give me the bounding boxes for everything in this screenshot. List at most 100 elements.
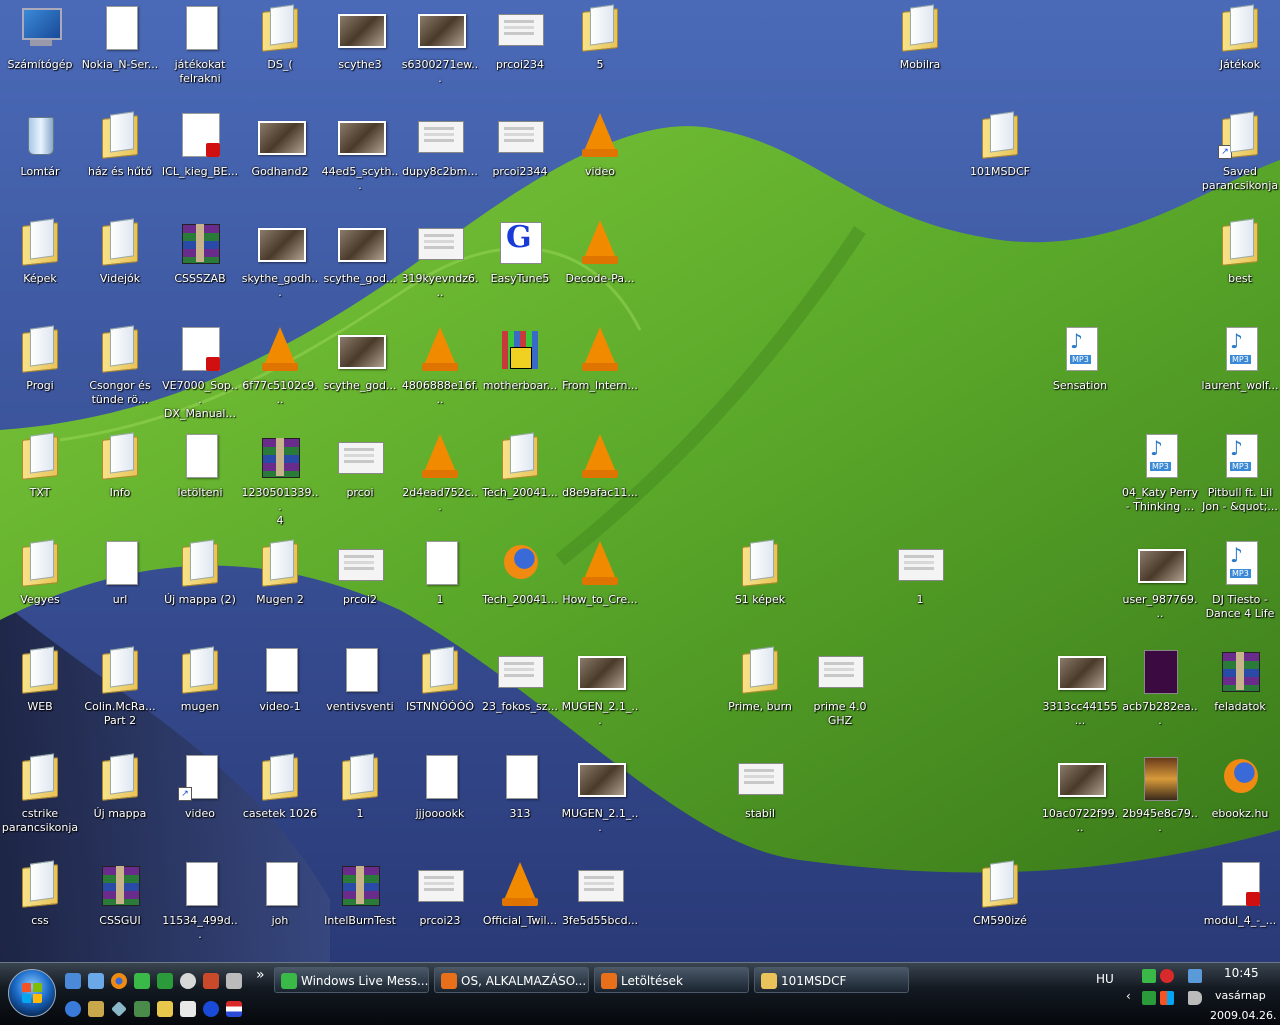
desktop-icon[interactable]: 6f77c5102c9... xyxy=(240,321,320,421)
flag-icon[interactable] xyxy=(226,1001,242,1017)
desktop-icon[interactable]: prcoi23 xyxy=(400,856,480,956)
desktop-icon[interactable]: MUGEN_2.1_... xyxy=(560,749,640,849)
desktop-icon[interactable]: s6300271ew... xyxy=(400,0,480,100)
desktop-icon[interactable]: mugen xyxy=(160,642,240,742)
desktop-icon[interactable]: Tech_20041... xyxy=(480,428,560,528)
desktop-icon[interactable]: Nokia_N-Ser... xyxy=(80,0,160,100)
desktop-icon[interactable]: Prime, burn xyxy=(720,642,800,742)
clock-date[interactable]: 2009.04.26. xyxy=(1210,1009,1276,1022)
terminal-icon[interactable] xyxy=(134,1001,150,1017)
globe-icon[interactable] xyxy=(65,1001,81,1017)
desktop-icon[interactable]: ↗ video xyxy=(160,749,240,849)
desktop-icon[interactable]: letölteni xyxy=(160,428,240,528)
desktop-icon[interactable]: scythe_god... xyxy=(320,321,400,421)
desktop-icon[interactable]: 101MSDCF xyxy=(960,107,1040,207)
pencil-icon[interactable] xyxy=(157,1001,173,1017)
desktop-icon[interactable]: scythe_god... xyxy=(320,214,400,314)
desktop-icon[interactable]: S1 képek xyxy=(720,535,800,635)
desktop-icon[interactable]: video xyxy=(560,107,640,207)
desktop-icon[interactable]: url xyxy=(80,535,160,635)
desktop-icon[interactable]: Decode-Pa... xyxy=(560,214,640,314)
desktop-icon[interactable]: video-1 xyxy=(240,642,320,742)
desktop-icon[interactable]: ♪ MP3 DJ Tiesto - Dance 4 Life xyxy=(1200,535,1280,635)
desktop-icon[interactable]: prime 4.0 GHZ xyxy=(800,642,880,742)
desktop-icon[interactable]: Tech_20041... xyxy=(480,535,560,635)
desktop-icon[interactable]: Képek xyxy=(0,214,80,314)
desktop-icon[interactable]: 23_fokos_sz... xyxy=(480,642,560,742)
windows-tray-icon[interactable] xyxy=(1160,991,1174,1005)
error-tray-icon[interactable] xyxy=(1160,969,1174,983)
desktop-icon[interactable]: CM590izé xyxy=(960,856,1040,956)
desktop-icon[interactable]: 4806888e16f... xyxy=(400,321,480,421)
desktop-icon[interactable]: ♪ MP3 Sensation xyxy=(1040,321,1120,421)
desktop-icon[interactable]: stabil xyxy=(720,749,800,849)
desktop-icon[interactable]: Játékok xyxy=(1200,0,1280,100)
taskbar-button[interactable]: 101MSDCF xyxy=(754,967,909,993)
desktop-icon[interactable]: ♪ MP3 Pitbull ft. Lil Jon - &quot;... xyxy=(1200,428,1280,528)
messenger-tray-icon[interactable] xyxy=(1142,969,1156,983)
desktop-icon[interactable]: Colin.McRa... Part 2 xyxy=(80,642,160,742)
desktop-icon[interactable]: 2d4ead752c... xyxy=(400,428,480,528)
desktop-icon[interactable]: casetek 1026 xyxy=(240,749,320,849)
desktop-icon[interactable]: Lomtár xyxy=(0,107,80,207)
desktop-icon[interactable]: ventivsventi xyxy=(320,642,400,742)
desktop-icon[interactable]: Új mappa (2) xyxy=(160,535,240,635)
desktop-icon[interactable]: 3313cc44155... xyxy=(1040,642,1120,742)
desktop-icon[interactable]: 319kyevndz6... xyxy=(400,214,480,314)
spreadsheet-tray-icon[interactable] xyxy=(1142,991,1156,1005)
desktop-icon[interactable]: Videjók xyxy=(80,214,160,314)
desktop-icon[interactable]: From_Intern... xyxy=(560,321,640,421)
desktop-icon[interactable]: 5 xyxy=(560,0,640,100)
desktop-icon[interactable]: 44ed5_scyth... xyxy=(320,107,400,207)
tray-expand-chevron-icon[interactable]: ‹ xyxy=(1126,989,1131,1003)
desktop-icon[interactable]: prcoi2 xyxy=(320,535,400,635)
desktop-icon[interactable]: CSSGUI xyxy=(80,856,160,956)
desktop-icon[interactable]: best xyxy=(1200,214,1280,314)
winamp-icon[interactable] xyxy=(180,973,196,989)
desktop-icon[interactable]: prcoi234 xyxy=(480,0,560,100)
desktop-icon[interactable]: Official_Twil... xyxy=(480,856,560,956)
desktop-icon[interactable]: ♪ MP3 laurent_wolf... xyxy=(1200,321,1280,421)
desktop-icon[interactable]: acb7b282ea... xyxy=(1120,642,1200,742)
desktop-icon[interactable]: ebookz.hu xyxy=(1200,749,1280,849)
taskbar-button[interactable]: OS, ALKALMAZÁSO... xyxy=(434,967,589,993)
desktop-icon[interactable]: feladatok xyxy=(1200,642,1280,742)
desktop-icon[interactable]: 10ac0722f99... xyxy=(1040,749,1120,849)
quicklaunch-more-button[interactable]: » xyxy=(256,967,265,983)
desktop-icon[interactable]: 1 xyxy=(320,749,400,849)
firefox-icon[interactable] xyxy=(111,973,127,989)
desktop-icon[interactable]: Új mappa xyxy=(80,749,160,849)
drive-icon[interactable] xyxy=(226,973,242,989)
desktop-icon[interactable]: DS_( xyxy=(240,0,320,100)
desktop-icon[interactable]: 1 xyxy=(880,535,960,635)
network-tray-icon[interactable] xyxy=(1188,969,1202,983)
desktop-icon[interactable]: 3fe5d55bcd... xyxy=(560,856,640,956)
desktop-icon[interactable]: prcoi2344 xyxy=(480,107,560,207)
desktop-icon[interactable]: scythe3 xyxy=(320,0,400,100)
desktop-icon[interactable]: ♪ MP3 04_Katy Perry - Thinking ... xyxy=(1120,428,1200,528)
desktop-icon[interactable]: Progi xyxy=(0,321,80,421)
desktop-icon[interactable]: How_to_Cre... xyxy=(560,535,640,635)
desktop-icon[interactable]: 313 xyxy=(480,749,560,849)
desktop-icon[interactable]: CSSSZAB xyxy=(160,214,240,314)
start-button[interactable] xyxy=(8,969,56,1017)
desktop-icon[interactable]: ISTNNÓÓÓÓ xyxy=(400,642,480,742)
clock-time[interactable]: 10:45 xyxy=(1224,966,1259,980)
desktop-icon[interactable]: dupy8c2bm... xyxy=(400,107,480,207)
show-desktop-icon[interactable] xyxy=(65,973,81,989)
desktop-icon[interactable]: G EasyTune5 xyxy=(480,214,560,314)
desktop-icon[interactable]: 2b945e8c79... xyxy=(1120,749,1200,849)
diamond-icon[interactable] xyxy=(111,1001,127,1017)
desktop-icon[interactable]: d8e9afac11... xyxy=(560,428,640,528)
desktop-icon[interactable]: ICL_kieg_BE... xyxy=(160,107,240,207)
messenger-icon[interactable] xyxy=(134,973,150,989)
desktop-icon[interactable]: Vegyes xyxy=(0,535,80,635)
desktop-icon[interactable]: jjjooookk xyxy=(400,749,480,849)
desktop-icon[interactable]: joh xyxy=(240,856,320,956)
notepad-icon[interactable] xyxy=(157,973,173,989)
desktop-icon[interactable]: Mobilra xyxy=(880,0,960,100)
desktop-icon[interactable]: 11534_499d... xyxy=(160,856,240,956)
desktop-icon[interactable]: cstrike parancsikonja xyxy=(0,749,80,849)
photo-icon[interactable] xyxy=(88,1001,104,1017)
desktop-icon[interactable]: css xyxy=(0,856,80,956)
